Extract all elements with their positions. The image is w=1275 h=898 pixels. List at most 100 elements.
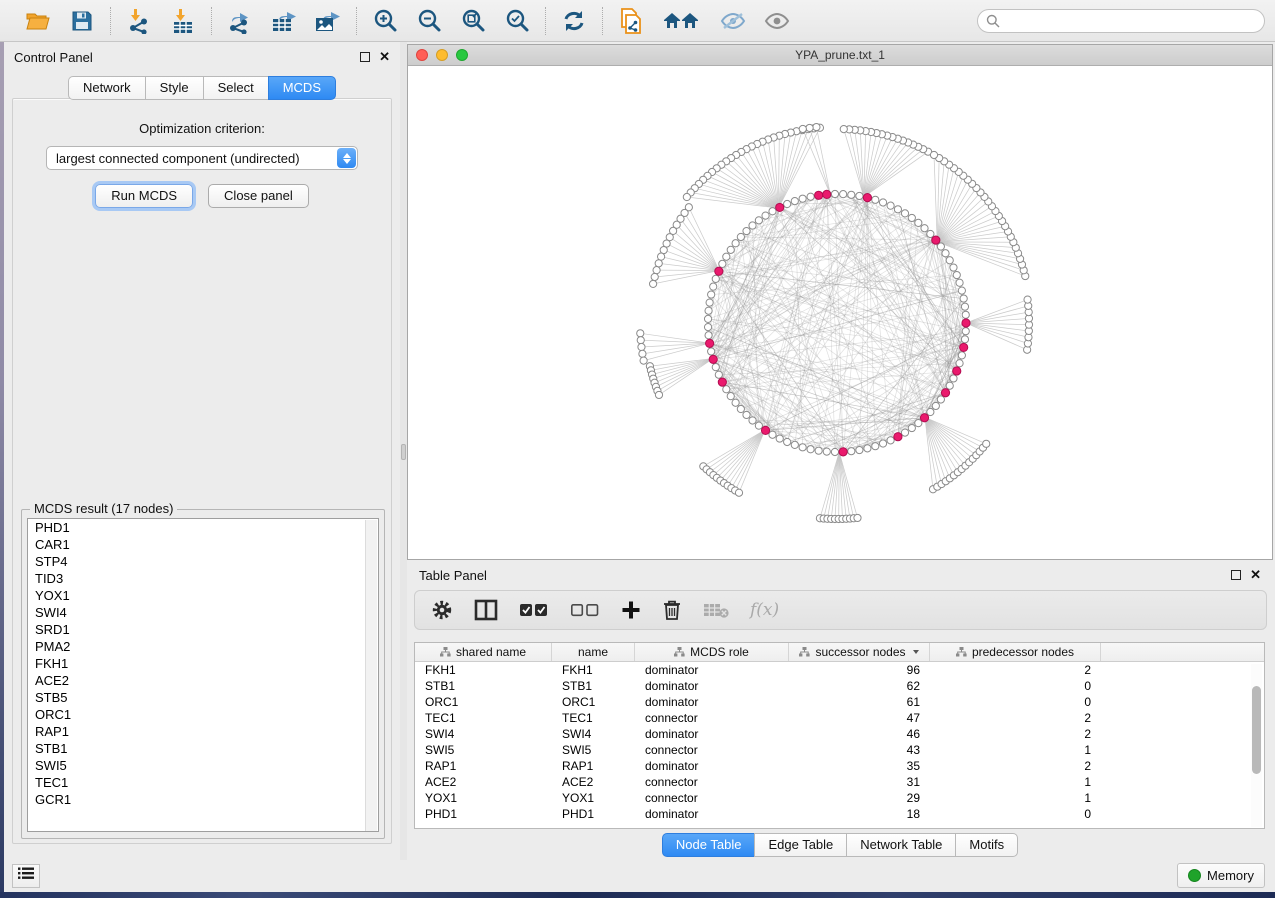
panel-splitter[interactable] bbox=[400, 42, 407, 860]
network-node[interactable] bbox=[704, 315, 711, 322]
hide-selected-button[interactable] bbox=[718, 7, 748, 35]
table-settings-button[interactable] bbox=[431, 599, 453, 621]
mcds-result-item[interactable]: GCR1 bbox=[28, 791, 378, 808]
splitter-handle[interactable] bbox=[401, 444, 406, 460]
open-file-button[interactable] bbox=[23, 7, 53, 35]
network-node[interactable] bbox=[942, 250, 949, 257]
network-node[interactable] bbox=[950, 375, 957, 382]
export-image-button[interactable] bbox=[313, 7, 343, 35]
mcds-network-node[interactable] bbox=[815, 191, 823, 199]
show-columns-button[interactable] bbox=[474, 599, 498, 621]
run-mcds-button[interactable]: Run MCDS bbox=[95, 184, 193, 208]
zoom-selected-button[interactable] bbox=[502, 7, 532, 35]
network-leaf-node[interactable] bbox=[930, 151, 937, 158]
network-node[interactable] bbox=[932, 402, 939, 409]
refresh-button[interactable] bbox=[559, 7, 589, 35]
network-node[interactable] bbox=[937, 243, 944, 250]
network-node[interactable] bbox=[715, 371, 722, 378]
network-node[interactable] bbox=[872, 443, 879, 450]
network-leaf-node[interactable] bbox=[657, 253, 664, 260]
mcds-network-node[interactable] bbox=[823, 190, 831, 198]
network-node[interactable] bbox=[953, 271, 960, 278]
network-graph-canvas[interactable] bbox=[408, 66, 1272, 559]
deselect-all-button[interactable] bbox=[570, 602, 600, 618]
network-node[interactable] bbox=[732, 240, 739, 247]
mcds-result-item[interactable]: TID3 bbox=[28, 570, 378, 587]
network-leaf-node[interactable] bbox=[653, 267, 660, 274]
network-leaf-node[interactable] bbox=[1024, 296, 1031, 303]
table-row[interactable]: FKH1FKH1dominator962 bbox=[415, 662, 1264, 678]
network-leaf-node[interactable] bbox=[983, 440, 990, 447]
mcds-network-node[interactable] bbox=[894, 433, 902, 441]
column-header-MCDS-role[interactable]: MCDS role bbox=[635, 643, 789, 661]
tab-style[interactable]: Style bbox=[145, 76, 203, 100]
mcds-network-node[interactable] bbox=[839, 448, 847, 456]
network-node[interactable] bbox=[799, 195, 806, 202]
table-row[interactable]: ACE2ACE2connector311 bbox=[415, 774, 1264, 790]
tab-motifs[interactable]: Motifs bbox=[955, 833, 1018, 857]
network-node[interactable] bbox=[705, 332, 712, 339]
mcds-result-item[interactable]: ACE2 bbox=[28, 672, 378, 689]
network-node[interactable] bbox=[946, 382, 953, 389]
network-node[interactable] bbox=[908, 214, 915, 221]
mcds-result-item[interactable]: PMA2 bbox=[28, 638, 378, 655]
network-node[interactable] bbox=[946, 257, 953, 264]
mcds-result-item[interactable]: SWI5 bbox=[28, 757, 378, 774]
network-node[interactable] bbox=[901, 429, 908, 436]
mcds-network-node[interactable] bbox=[941, 389, 949, 397]
network-node[interactable] bbox=[706, 299, 713, 306]
tab-node-table[interactable]: Node Table bbox=[662, 833, 755, 857]
network-node[interactable] bbox=[915, 420, 922, 427]
network-leaf-node[interactable] bbox=[640, 357, 647, 364]
network-node[interactable] bbox=[937, 396, 944, 403]
mcds-result-item[interactable]: TEC1 bbox=[28, 774, 378, 791]
float-panel-icon[interactable] bbox=[360, 52, 370, 62]
network-node[interactable] bbox=[962, 311, 969, 318]
network-node[interactable] bbox=[776, 435, 783, 442]
network-leaf-node[interactable] bbox=[655, 391, 662, 398]
table-scrollbar[interactable] bbox=[1251, 664, 1262, 827]
network-node[interactable] bbox=[848, 191, 855, 198]
network-node[interactable] bbox=[960, 295, 967, 302]
network-node[interactable] bbox=[712, 364, 719, 371]
mcds-network-node[interactable] bbox=[715, 267, 723, 275]
select-all-button[interactable] bbox=[519, 602, 549, 618]
import-table-button[interactable] bbox=[168, 7, 198, 35]
network-node[interactable] bbox=[961, 336, 968, 343]
add-column-button[interactable] bbox=[621, 600, 641, 620]
network-node[interactable] bbox=[743, 411, 750, 418]
table-row[interactable]: SWI5SWI5connector431 bbox=[415, 742, 1264, 758]
network-node[interactable] bbox=[864, 445, 871, 452]
network-node[interactable] bbox=[762, 212, 769, 219]
tab-edge-table[interactable]: Edge Table bbox=[754, 833, 846, 857]
search-input[interactable] bbox=[977, 9, 1265, 33]
mcds-network-node[interactable] bbox=[920, 414, 928, 422]
column-header-name[interactable]: name bbox=[552, 643, 635, 661]
network-node[interactable] bbox=[732, 399, 739, 406]
network-node[interactable] bbox=[704, 323, 711, 330]
network-node[interactable] bbox=[708, 348, 715, 355]
tab-network-table[interactable]: Network Table bbox=[846, 833, 955, 857]
network-leaf-node[interactable] bbox=[638, 343, 645, 350]
network-leaf-node[interactable] bbox=[683, 193, 690, 200]
network-leaf-node[interactable] bbox=[799, 125, 806, 132]
network-node[interactable] bbox=[799, 444, 806, 451]
table-row[interactable]: ORC1ORC1dominator610 bbox=[415, 694, 1264, 710]
close-panel-icon[interactable]: ✕ bbox=[379, 52, 390, 62]
mcds-result-item[interactable]: STP4 bbox=[28, 553, 378, 570]
import-network-button[interactable] bbox=[124, 7, 154, 35]
network-node[interactable] bbox=[755, 422, 762, 429]
network-node[interactable] bbox=[856, 446, 863, 453]
tab-select[interactable]: Select bbox=[203, 76, 268, 100]
network-node[interactable] bbox=[807, 446, 814, 453]
network-node[interactable] bbox=[719, 260, 726, 267]
network-node[interactable] bbox=[769, 431, 776, 438]
network-node[interactable] bbox=[831, 190, 838, 197]
network-leaf-node[interactable] bbox=[806, 124, 813, 131]
tab-mcds[interactable]: MCDS bbox=[268, 76, 336, 100]
mcds-result-item[interactable]: ORC1 bbox=[28, 706, 378, 723]
network-window-titlebar[interactable]: YPA_prune.txt_1 bbox=[408, 45, 1272, 66]
network-node[interactable] bbox=[956, 279, 963, 286]
network-node[interactable] bbox=[956, 360, 963, 367]
close-panel-button[interactable]: Close panel bbox=[208, 184, 309, 208]
